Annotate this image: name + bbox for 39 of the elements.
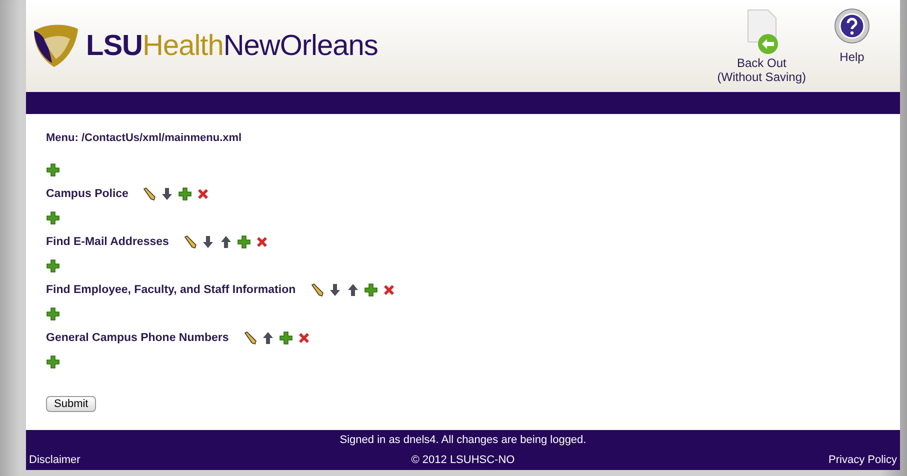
logo-word: NewOrleans [223,30,378,63]
plus-icon[interactable] [178,186,192,201]
signed-in-notice: Signed in as dnels4. All changes are being logged. [340,434,586,446]
menu-title: Menu: /ContactUs/xml/mainmenu.xml [46,132,243,144]
plus-icon[interactable] [46,354,60,369]
pencil-icon[interactable] [310,282,324,297]
delete-icon[interactable] [382,282,396,297]
pencil-icon[interactable] [242,330,257,345]
delete-icon[interactable] [296,330,311,345]
down-arrow-icon[interactable] [200,234,215,249]
help-icon[interactable] [834,8,870,44]
menu-item-label: Campus Police [46,188,128,200]
back-out-link[interactable]: Back Out (Without Saving) [717,8,806,84]
down-arrow-icon[interactable] [328,282,342,297]
down-arrow-icon[interactable] [160,186,174,201]
plus-icon[interactable] [46,162,60,177]
help-link[interactable]: Help [834,8,870,64]
logo-word: Health [142,30,224,63]
menu-item-label: General Campus Phone Numbers [46,332,229,344]
disclaimer-link[interactable]: Disclaimer [29,454,80,466]
plus-icon[interactable] [278,330,293,345]
logo-word: LSU [86,30,142,63]
pencil-icon[interactable] [182,234,197,249]
plus-icon[interactable] [236,234,251,249]
pencil-icon[interactable] [142,186,156,201]
copyright-text: © 2012 LSUHSC-NO [411,454,515,466]
plus-icon[interactable] [364,282,378,297]
plus-icon[interactable] [46,258,60,273]
delete-icon[interactable] [254,234,269,249]
privacy-policy-link[interactable]: Privacy Policy [828,454,897,466]
menu-item-label: Find Employee, Faculty, and Staff Information [46,284,296,296]
submit-button[interactable]: Submit [46,396,96,412]
up-arrow-icon[interactable] [218,234,233,249]
menu-item-label: Find E-Mail Addresses [46,236,169,248]
up-arrow-icon[interactable] [346,282,360,297]
delete-icon[interactable] [196,186,210,201]
plus-icon[interactable] [46,210,60,225]
up-arrow-icon[interactable] [260,330,275,345]
plus-icon[interactable] [46,306,60,321]
